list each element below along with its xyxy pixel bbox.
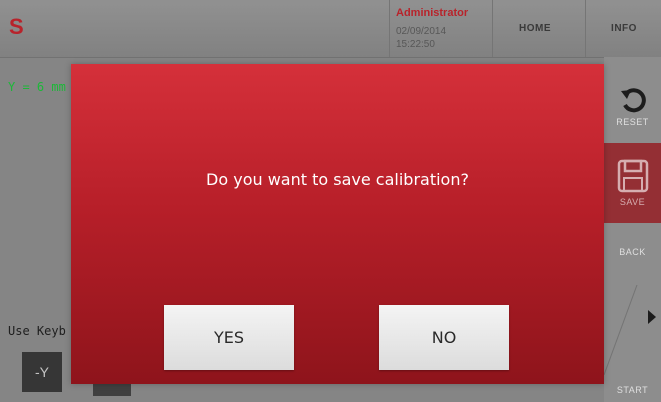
save-calibration-dialog: Do you want to save calibration? YES NO [71,64,604,384]
dialog-message: Do you want to save calibration? [206,170,469,189]
no-button[interactable]: NO [379,305,509,370]
yes-button[interactable]: YES [164,305,294,370]
